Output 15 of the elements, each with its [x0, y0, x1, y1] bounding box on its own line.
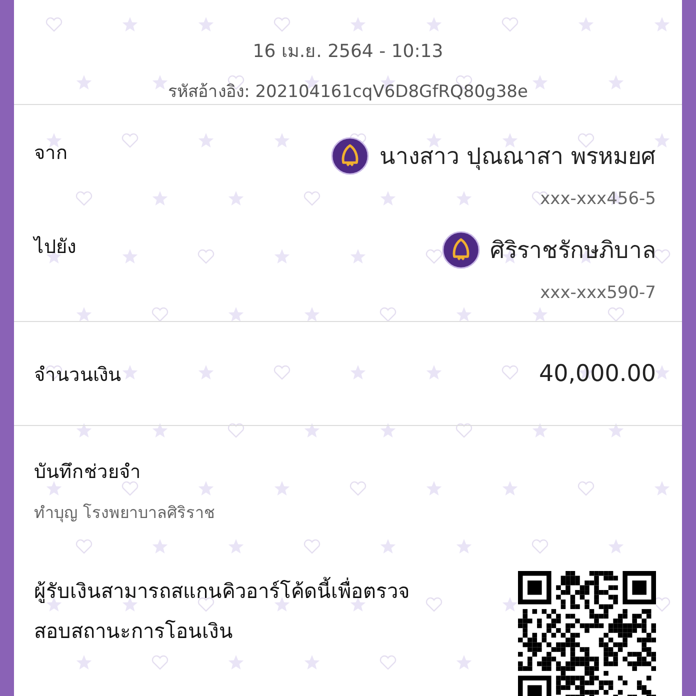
field-label: จำนวนเงิน: [34, 362, 121, 388]
bank-logo-icon: [331, 137, 370, 175]
account-name: ศิริราชรักษภิบาล: [490, 237, 656, 266]
memo-text: ทำบุญ โรงพยาบาลศิริราช: [34, 502, 216, 524]
bank-logo-icon: [442, 231, 480, 269]
reference-code: รหัสอ้างอิง: 202104161cqV6D8GfRQ80g38e: [168, 81, 528, 104]
field-label: จาก: [34, 141, 68, 166]
field-label: ไปยัง: [34, 235, 76, 260]
transfer-datetime: 16 เม.ย. 2564 - 10:13: [252, 40, 444, 64]
account-number: xxx-xxx456-5: [540, 189, 656, 209]
verify-instruction: ผู้รับเงินสามารถสแกนคิวอาร์โค้ดนี้เพื่อตรวจสอบสถานะการโอนเงิน: [34, 571, 434, 651]
amount-value: 40,000.00: [538, 360, 656, 386]
account-number: xxx-xxx590-7: [540, 283, 656, 303]
field-label: บันทึกช่วยจำ: [34, 460, 142, 485]
account-name: นางสาว ปุณณาสา พรหมยศ: [379, 143, 656, 172]
